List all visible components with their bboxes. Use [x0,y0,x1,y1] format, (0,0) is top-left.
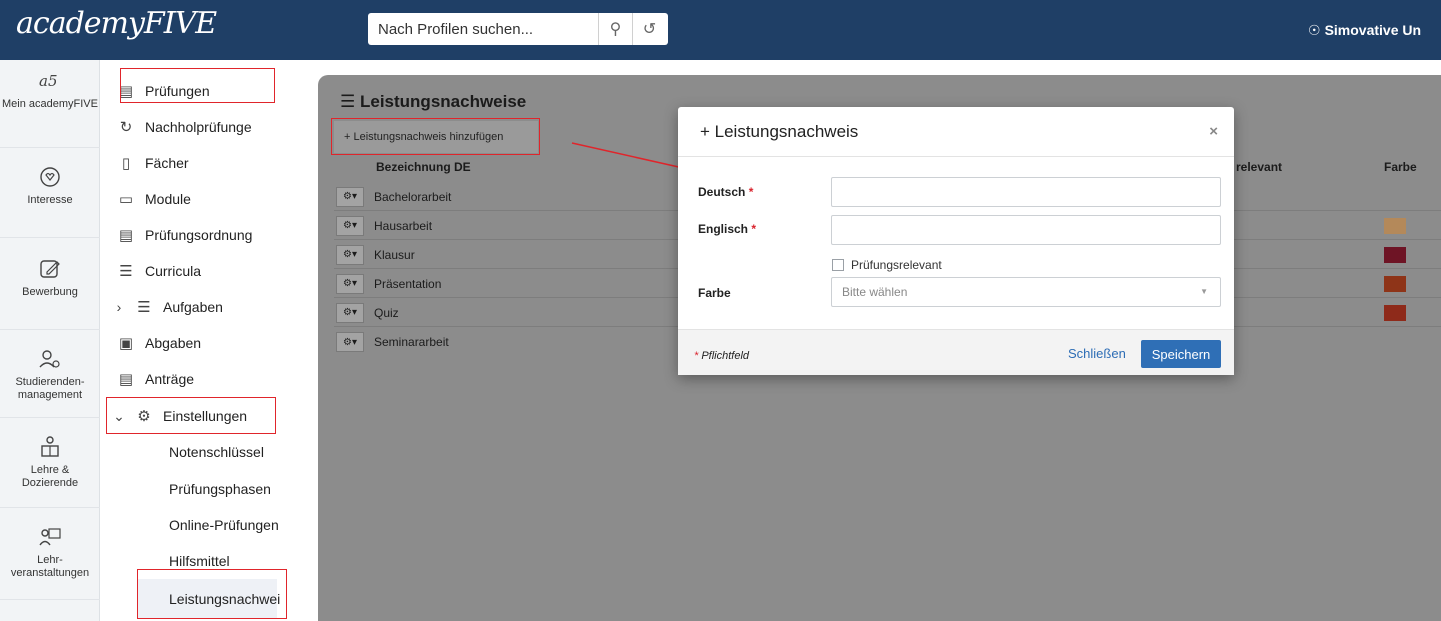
field-label-deutsch: Deutsch * [698,185,754,199]
heart-hand-icon [40,167,60,187]
rail-item-lehrveranstaltungen[interactable]: Lehr-veranstaltungen [0,514,100,600]
gear-icon: ⚙ [137,408,151,425]
logo[interactable]: academyFIVE [16,6,217,41]
farbe-select[interactable]: Bitte wählen ▼ [831,277,1221,307]
chevron-right-icon[interactable]: › [107,299,131,315]
list-icon: ☰ [340,92,356,111]
sidebar-subitem-online-pruefungen[interactable]: Online-Prüfungen [169,517,279,533]
user-gear-icon [39,350,60,368]
checkbox-box[interactable] [832,259,844,271]
englisch-input[interactable] [831,215,1221,245]
rail-label: Studierenden-management [15,376,85,401]
top-bar: academyFIVE ⚲ ↺ ☉Simovative Un [0,0,1441,60]
row-actions-button[interactable]: ⚙▾ [336,186,364,207]
edit-icon [40,260,60,278]
sidebar-menu: ▤ Prüfungen ↻ Nachholprüfunge ▯ Fächer ▭ Mod… [101,60,290,621]
sidebar-item-antraege[interactable]: ▤ Anträge [101,362,290,396]
row-actions-button[interactable]: ⚙▾ [336,215,364,236]
deutsch-input[interactable] [831,177,1221,207]
rail-label: Mein academyFIVE [2,98,98,110]
sidebar-item-pruefungsordnung[interactable]: ▤ Prüfungsordnung [101,218,290,252]
row-actions-button[interactable]: ⚙▾ [336,302,364,323]
color-swatch [1384,247,1406,263]
chevron-down-icon[interactable]: ⌄ [107,408,131,425]
column-header-color[interactable]: Farbe [1384,160,1417,174]
rail-item-mein-academyfive[interactable]: a5 Mein academyFIVE [0,68,100,148]
document-icon: ▯ [121,155,131,172]
sidebar-item-aufgaben[interactable]: › ☰ Aufgaben [101,290,290,324]
column-header-relevant[interactable]: relevant [1236,160,1282,174]
pruefungsrelevant-checkbox[interactable]: Prüfungsrelevant [832,258,942,272]
sidebar-item-curricula[interactable]: ☰ Curricula [101,254,290,288]
refresh-icon: ↻ [119,119,133,136]
field-label-englisch: Englisch * [698,222,757,236]
a5-logo-icon: a5 [39,72,58,90]
sidebar-subitem-notenschluessel[interactable]: Notenschlüssel [169,444,264,460]
dialog-header: + Leistungsnachweis × [678,107,1234,157]
rail-label: Interesse [27,194,73,206]
sidebar-subitem-pruefungsphasen[interactable]: Prüfungsphasen [169,481,271,497]
color-swatch [1384,218,1406,234]
list-icon: ☰ [119,263,133,280]
history-icon[interactable]: ↺ [632,13,666,45]
rail-label: Bewerbung [22,286,78,298]
sidebar-item-abgaben[interactable]: ▣ Abgaben [101,326,290,360]
row-actions-button[interactable]: ⚙▾ [336,332,364,352]
sidebar-subitem-hilfsmittel[interactable]: Hilfsmittel [169,553,230,569]
leistungsnachweis-dialog: + Leistungsnachweis × Deutsch * Englisch… [678,107,1234,375]
rail-item-lehre-dozierende[interactable]: Lehre & Dozierende [0,424,100,508]
add-leistungsnachweis-button[interactable]: + Leistungsnachweis hinzufügen [334,121,538,153]
chevron-down-icon: ▼ [1200,287,1208,296]
teacher-icon [41,436,59,457]
rail-label: Lehre & Dozierende [21,464,79,489]
dialog-title: + Leistungsnachweis [700,121,859,141]
clipboard-icon: ▤ [118,83,134,100]
close-icon[interactable]: × [1209,123,1218,140]
sidebar-item-faecher[interactable]: ▯ Fächer [101,146,290,180]
search-icon[interactable]: ⚲ [598,13,632,45]
color-swatch [1384,276,1406,292]
hand-document-icon: ▣ [118,335,134,352]
page-title: ☰ Leistungsnachweise [340,92,527,111]
rail-item-studierendenmanagement[interactable]: Studierenden-management [0,336,100,418]
folder-icon: ▭ [118,191,134,208]
svg-text:a5: a5 [39,72,58,90]
sidebar-item-einstellungen[interactable]: ⌄ ⚙ Einstellungen [101,399,290,433]
location-label[interactable]: ☉ Simovative Un [1308,22,1421,39]
sidebar-subitem-leistungsnachweise[interactable]: Leistungsnachwei [137,579,280,619]
row-actions-button[interactable]: ⚙▾ [336,244,364,265]
row-actions-button[interactable]: ⚙▾ [336,273,364,294]
checklist-icon: ☰ [137,299,151,316]
rail-item-interesse[interactable]: Interesse [0,156,100,238]
sidebar-item-nachholpruefungen[interactable]: ↻ Nachholprüfunge [101,110,290,144]
save-button[interactable]: Speichern [1141,340,1221,368]
sidebar-item-pruefungen[interactable]: ▤ Prüfungen [101,74,290,108]
presentation-icon [39,528,61,546]
location-pin-icon: ☉ [1308,22,1321,38]
required-note: * Pflichtfeld [694,350,750,362]
rail-label: Lehr-veranstaltungen [10,554,90,579]
search-box: ⚲ ↺ [368,13,668,45]
book-icon: ▤ [118,227,134,244]
sidebar-item-module[interactable]: ▭ Module [101,182,290,216]
field-label-farbe: Farbe [698,286,731,300]
file-text-icon: ▤ [118,371,134,388]
close-button[interactable]: Schließen [1068,346,1126,361]
rail-item-bewerbung[interactable]: Bewerbung [0,246,100,330]
column-header-name[interactable]: Bezeichnung DE [376,160,471,174]
search-input[interactable] [368,13,598,45]
module-rail: a5 Mein academyFIVE Interesse Bewerbung … [0,60,100,621]
color-swatch [1384,305,1406,321]
dialog-footer: * Pflichtfeld Schließen Speichern [678,329,1234,375]
